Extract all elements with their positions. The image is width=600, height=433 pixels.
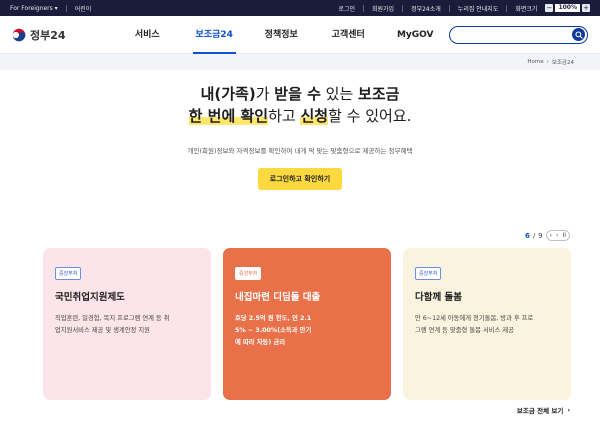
zoom-out-button[interactable]: − xyxy=(545,4,554,12)
nav-policy-info[interactable]: 정책정보 xyxy=(248,16,315,54)
zoom-in-button[interactable]: + xyxy=(582,4,590,12)
hero-text: 할 수 있어요. xyxy=(328,107,412,125)
zoom-value: 100% xyxy=(555,4,580,12)
pager-slash: / xyxy=(532,231,536,240)
logo-text: 정부24 xyxy=(30,28,66,42)
nav-customer-center[interactable]: 고객센터 xyxy=(315,16,382,54)
card-description: 직업훈련, 일경험, 복지 프로그램 연계 등 취 업지원서비스 제공 및 생계… xyxy=(55,313,199,337)
pager-current: 6 xyxy=(524,231,530,240)
divider xyxy=(506,4,508,12)
hero-headline-2: 한 번에 확인하고 신청할 수 있어요. xyxy=(0,105,600,127)
search-box xyxy=(448,25,588,44)
card-pager: 6 / 9 ‹ › II xyxy=(525,230,570,241)
divider xyxy=(448,4,450,12)
subsidy-card[interactable]: 중앙부처 내집마련 디딤돌 대출 호당 2.5억 원 한도, 연 2.1 5% … xyxy=(223,248,391,400)
hero-text: 있는 xyxy=(320,85,359,103)
for-foreigners-link[interactable]: For Foreigners ▾ xyxy=(10,5,58,12)
category-badge: 중앙부처 xyxy=(55,267,82,280)
hero-headline-1: 내(가족)가 받을 수 있는 보조금 xyxy=(0,83,600,105)
divider xyxy=(65,4,67,12)
signup-link[interactable]: 회원가입 xyxy=(372,4,394,13)
next-button[interactable]: › xyxy=(556,232,558,239)
login-link[interactable]: 로그인 xyxy=(338,4,355,13)
login-and-check-button[interactable]: 로그인하고 확인하기 xyxy=(257,168,343,190)
breadcrumb-home[interactable]: Home xyxy=(527,59,543,65)
nav-mygov[interactable]: MyGOV xyxy=(382,16,449,54)
hero-text-strong: 보조금 xyxy=(358,85,400,103)
view-all-label: 보조금 전체 보기 xyxy=(516,407,564,415)
pager-total: 9 xyxy=(538,231,543,240)
nav-subsidy24[interactable]: 보조금24 xyxy=(181,16,248,54)
card-title: 내집마련 디딤돌 대출 xyxy=(235,292,321,303)
search-input[interactable] xyxy=(455,27,572,42)
card-title: 다함께 돌봄 xyxy=(415,292,463,303)
breadcrumb-current: 보조금24 xyxy=(551,60,574,66)
card-description-line: 직업훈련, 일경험, 복지 프로그램 연계 등 취 xyxy=(55,315,170,322)
prev-button[interactable]: ‹ xyxy=(550,232,552,239)
card-description-line: 에 따라 차등) 금리 xyxy=(235,339,286,346)
hero-text: 하고 xyxy=(268,107,301,125)
category-badge: 중앙부처 xyxy=(235,267,262,280)
search-button[interactable] xyxy=(572,28,585,41)
subsidy-card[interactable]: 중앙부처 국민취업지원제도 직업훈련, 일경험, 복지 프로그램 연계 등 취 … xyxy=(43,248,211,400)
sitemap-link[interactable]: 누리집 안내지도 xyxy=(458,4,499,13)
nav-services[interactable]: 서비스 xyxy=(114,16,181,54)
hero-text-strong: 받을 수 xyxy=(274,85,321,103)
divider xyxy=(402,4,404,12)
view-all-subsidies-link[interactable]: 보조금 전체 보기 › xyxy=(517,405,570,415)
divider xyxy=(362,4,364,12)
card-description-line: 만 6~12세 아동에게 정기돌봄, 방과 후 프로 xyxy=(415,315,534,322)
card-description: 호당 2.5억 원 한도, 연 2.1 5% ~ 3.00%(소득과 만기 에 … xyxy=(235,313,379,349)
search-icon xyxy=(574,30,583,39)
hero-text-strong: 내(가족) xyxy=(200,85,256,103)
card-description-line: 그램 연계 등 맞춤형 돌봄 서비스 제공 xyxy=(415,327,514,334)
category-badge: 중앙부처 xyxy=(415,267,442,280)
hero-text-highlight: 신청 xyxy=(300,107,329,125)
main-nav: 서비스 보조금24 정책정보 고객센터 MyGOV xyxy=(114,16,449,54)
pause-button[interactable]: II xyxy=(562,232,566,239)
hero-text: 가 xyxy=(255,85,275,103)
chevron-right-icon: › xyxy=(567,406,570,414)
card-title: 국민취업지원제도 xyxy=(55,292,125,303)
site-logo[interactable]: 정부24 xyxy=(12,27,98,43)
pager-controls: ‹ › II xyxy=(545,230,570,241)
card-description: 만 6~12세 아동에게 정기돌봄, 방과 후 프로 그램 연계 등 맞춤형 돌… xyxy=(415,313,559,337)
hero-section: 내(가족)가 받을 수 있는 보조금 한 번에 확인하고 신청할 수 있어요. … xyxy=(0,70,600,190)
subsidy-card[interactable]: 중앙부처 다함께 돌봄 만 6~12세 아동에게 정기돌봄, 방과 후 프로 그… xyxy=(403,248,571,400)
about-link[interactable]: 정부24소개 xyxy=(411,4,441,13)
card-description-line: 5% ~ 3.00%(소득과 만기 xyxy=(235,327,312,334)
utility-bar: For Foreigners ▾ 어린이 로그인 회원가입 정부24소개 누리집… xyxy=(0,0,600,16)
taegeuk-logo-icon xyxy=(12,28,26,41)
hero-text-highlight: 한 번에 확인 xyxy=(188,107,269,125)
card-description-line: 호당 2.5억 원 한도, 연 2.1 xyxy=(235,315,312,322)
screen-size-label: 화면크기 xyxy=(515,5,538,13)
zoom-control: − 100% + xyxy=(545,4,590,12)
kids-link[interactable]: 어린이 xyxy=(75,4,92,13)
breadcrumb: Home › 보조금24 xyxy=(0,54,600,70)
card-description-line: 업지원서비스 제공 및 생계안정 지원 xyxy=(55,327,150,334)
main-header: 정부24 서비스 보조금24 정책정보 고객센터 MyGOV xyxy=(0,16,600,54)
subsidy-card-list: 중앙부처 국민취업지원제도 직업훈련, 일경험, 복지 프로그램 연계 등 취 … xyxy=(43,248,571,400)
hero-description: 개인(회원)정보와 자격정보를 확인하여 내게 딱 맞는 맞춤형으로 제공하는 … xyxy=(187,147,413,155)
chevron-right-icon: › xyxy=(546,59,549,65)
